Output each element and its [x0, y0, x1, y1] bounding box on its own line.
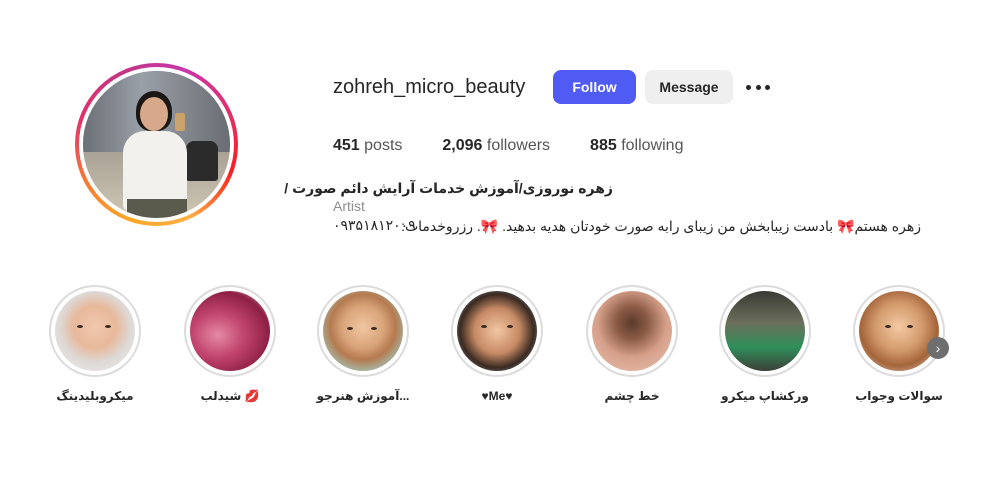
highlight-label: میکروبلیدینگ [56, 389, 134, 403]
highlight-ring[interactable] [853, 285, 945, 377]
stat-followers-label: followers [486, 137, 551, 154]
avatar-inner [79, 67, 234, 222]
profile-avatar-ring[interactable] [75, 63, 238, 226]
highlight-label: شیدلب 💋 [200, 389, 260, 403]
stat-posts: 451 posts [333, 137, 402, 155]
more-options-icon[interactable] [746, 76, 770, 98]
highlight-item[interactable]: میکروبلیدینگ [30, 285, 160, 403]
highlight-ring[interactable] [451, 285, 543, 377]
message-button[interactable]: Message [645, 70, 733, 104]
bio-text: زهره هستم🎀 بادست زیبابخش من زیبای رابه ص… [401, 218, 921, 234]
highlight-label: خط چشم [604, 389, 660, 403]
stat-followers-value: 2,096 [442, 137, 483, 154]
profile-stats: 451 posts 2,096 followers 885 following [333, 137, 723, 155]
highlight-cover-image [859, 291, 939, 371]
highlight-cover-image [457, 291, 537, 371]
highlight-item[interactable]: ورکشاپ میکرو [700, 285, 830, 403]
highlight-ring[interactable] [49, 285, 141, 377]
more-dot [765, 84, 770, 90]
highlight-ring[interactable] [317, 285, 409, 377]
highlight-ring[interactable] [719, 285, 811, 377]
highlight-cover-image [55, 291, 135, 371]
avatar-face [140, 97, 168, 131]
highlight-cover-image [323, 291, 403, 371]
highlight-cover-image [190, 291, 270, 371]
highlight-cover-image [592, 291, 672, 371]
more-dot [746, 84, 751, 90]
avatar-skirt [127, 199, 187, 218]
highlight-ring[interactable] [184, 285, 276, 377]
highlight-item[interactable]: ♥Me♥ [432, 285, 562, 403]
stat-following-label: following [621, 137, 684, 154]
more-dot [755, 84, 761, 90]
highlight-cover-image [725, 291, 805, 371]
highlight-item[interactable]: آموزش هنرجو... [298, 285, 428, 403]
avatar-bg-chair [186, 141, 218, 181]
highlight-label: ورکشاپ میکرو [721, 389, 809, 403]
chevron-right-icon[interactable]: › [927, 337, 949, 359]
stat-following-value: 885 [590, 137, 617, 154]
bio-category: Artist [333, 198, 365, 214]
stat-posts-value: 451 [333, 137, 360, 154]
bio-title: زهره نوروزی/آموزش خدمات آرایش دائم صورت … [284, 180, 613, 196]
avatar[interactable] [83, 71, 230, 218]
highlight-label: آموزش هنرجو... [316, 389, 410, 403]
highlight-label: ♥Me♥ [481, 389, 513, 403]
stat-posts-label: posts [364, 137, 403, 154]
bio-phone: ۰۹۳۵۱۸۱۲۰۰۹ [333, 217, 416, 233]
profile-username: zohreh_micro_beauty [333, 76, 526, 98]
avatar-phone [175, 113, 185, 131]
highlight-item[interactable]: خط چشم [567, 285, 697, 403]
highlight-label: سوالات وجواب [855, 389, 943, 403]
stat-following[interactable]: 885 following [590, 137, 683, 155]
highlight-ring[interactable] [586, 285, 678, 377]
follow-button[interactable]: Follow [553, 70, 636, 104]
highlight-item[interactable]: شیدلب 💋 [165, 285, 295, 403]
stat-followers[interactable]: 2,096 followers [442, 137, 550, 155]
